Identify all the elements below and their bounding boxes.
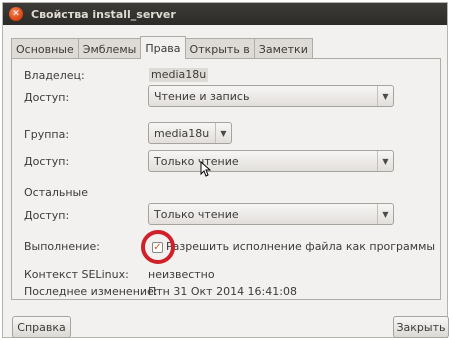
titlebar: ✕ Свойства install_server [3,3,447,25]
chevron-down-icon: ▼ [377,86,393,106]
permissions-panel: Владелец: media18u Доступ: Чтение и запи… [11,58,441,300]
tab-open-with[interactable]: Открыть в [184,38,255,59]
chevron-down-icon: ▼ [377,204,393,224]
owner-access-label: Доступ: [24,91,70,104]
tab-notes[interactable]: Заметки [253,38,313,59]
group-access-label: Доступ: [24,155,70,168]
group-access-select[interactable]: Только чтение ▼ [148,150,394,172]
others-access-label: Доступ: [24,209,70,222]
close-button[interactable]: Закрыть [393,316,449,338]
chevron-down-icon: ▼ [215,123,231,143]
execute-checkbox-label[interactable]: Разрешить исполнение файла как программы [166,240,435,253]
modified-label: Последнее изменение: [24,285,158,298]
properties-window: ✕ Свойства install_server Основные Эмбле… [2,2,449,338]
group-access-value: Только чтение [154,154,239,168]
owner-label: Владелец: [24,69,85,82]
highlight-ring [141,230,175,264]
help-button[interactable]: Справка [12,316,71,338]
owner-value: media18u [149,68,209,82]
modified-value: Птн 31 Окт 2014 16:41:08 [148,285,297,298]
tab-permissions[interactable]: Права [140,36,186,59]
chevron-down-icon: ▼ [377,151,393,171]
others-access-value: Только чтение [154,207,239,221]
selinux-label: Контекст SELinux: [24,268,129,281]
execute-label: Выполнение: [24,240,100,253]
group-value: media18u [154,126,210,140]
window-title: Свойства install_server [31,7,176,21]
owner-access-select[interactable]: Чтение и запись ▼ [148,85,394,107]
close-icon[interactable]: ✕ [9,7,23,21]
others-label: Остальные [24,186,89,199]
tab-bar: Основные Эмблемы Права Открыть в Заметки [11,36,313,59]
tab-basic[interactable]: Основные [11,38,79,59]
owner-access-value: Чтение и запись [154,89,250,103]
group-select[interactable]: media18u ▼ [148,122,232,144]
others-access-select[interactable]: Только чтение ▼ [148,203,394,225]
selinux-value: неизвестно [148,268,215,281]
mouse-cursor-icon [200,161,211,177]
tab-emblems[interactable]: Эмблемы [77,38,142,59]
group-label: Группа: [24,128,70,141]
